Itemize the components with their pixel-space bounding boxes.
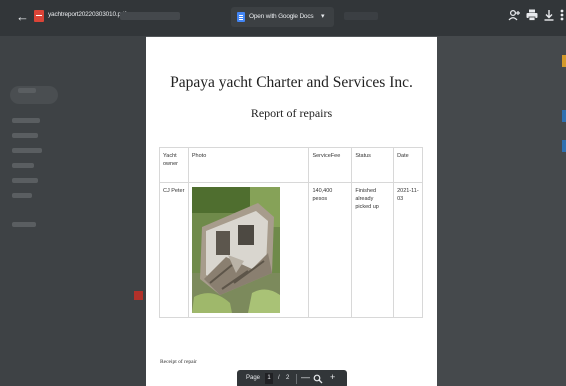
background-toolbar-placeholder <box>344 12 378 20</box>
file-name: yachtreport20220303010.pdf <box>48 11 126 18</box>
table-row: CJ Peter 140,400 pesos Finished already … <box>159 182 423 318</box>
repairs-table: Yacht owner Photo ServiceFee Status Date… <box>159 147 423 318</box>
cell-date: 2021-11-03 <box>393 182 423 318</box>
download-icon[interactable] <box>542 8 556 22</box>
damaged-yacht-photo <box>191 187 280 313</box>
column-header-status: Status <box>351 147 395 183</box>
current-page-input[interactable]: 1 <box>265 373 273 384</box>
column-header-date: Date <box>393 147 423 183</box>
page-navigation-bar: Page 1 / 2 — + <box>237 370 347 386</box>
background-row <box>12 222 36 227</box>
add-person-icon[interactable] <box>507 8 521 22</box>
open-with-google-docs-button[interactable]: Open with Google Docs ▾ <box>231 7 334 27</box>
zoom-in-button[interactable]: + <box>330 372 335 382</box>
column-header-owner: Yacht owner <box>159 147 189 183</box>
background-row <box>12 118 40 123</box>
printer-icon[interactable] <box>525 8 539 22</box>
background-row <box>12 148 42 153</box>
background-right-pane <box>437 36 566 386</box>
cell-owner: CJ Peter <box>159 182 189 318</box>
table-header-row: Yacht owner Photo ServiceFee Status Date <box>159 147 423 183</box>
page-label: Page <box>246 375 261 381</box>
background-side-tab <box>562 55 566 67</box>
viewer-toolbar: ← yachtreport20220303010.pdf Open with G… <box>0 0 566 36</box>
google-docs-icon <box>237 12 245 22</box>
chevron-down-icon: ▾ <box>321 13 325 20</box>
cell-status: Finished already picked up <box>351 182 395 318</box>
zoom-icon[interactable] <box>313 374 323 384</box>
background-attachment-icon <box>134 291 143 300</box>
pdf-viewer: ← yachtreport20220303010.pdf Open with G… <box>0 0 566 386</box>
background-row <box>12 163 34 168</box>
pdf-page: Papaya yacht Charter and Services Inc. R… <box>146 37 437 386</box>
more-vert-icon[interactable] <box>556 8 566 22</box>
column-header-photo: Photo <box>187 147 310 183</box>
document-subtitle: Report of repairs <box>250 106 333 120</box>
background-side-tab <box>562 110 566 122</box>
background-row <box>18 88 36 93</box>
pdf-file-icon <box>34 10 44 22</box>
background-sidebar <box>0 36 146 386</box>
column-header-fee: ServiceFee <box>308 147 353 183</box>
zoom-out-button[interactable]: — <box>301 372 310 382</box>
back-arrow-icon[interactable]: ← <box>16 10 29 23</box>
open-with-label: Open with Google Docs <box>249 13 314 20</box>
total-pages: 2 <box>286 375 290 381</box>
background-row <box>12 133 38 138</box>
background-row <box>12 193 32 198</box>
receipt-heading: Receipt of repair <box>160 359 197 365</box>
page-separator: / <box>278 375 280 381</box>
cell-photo <box>187 182 310 318</box>
document-title: Papaya yacht Charter and Services Inc. <box>170 74 413 91</box>
background-search-placeholder <box>120 12 180 20</box>
divider <box>296 374 297 384</box>
background-side-tab <box>562 140 566 152</box>
background-row <box>12 178 38 183</box>
cell-fee: 140,400 pesos <box>308 182 353 318</box>
